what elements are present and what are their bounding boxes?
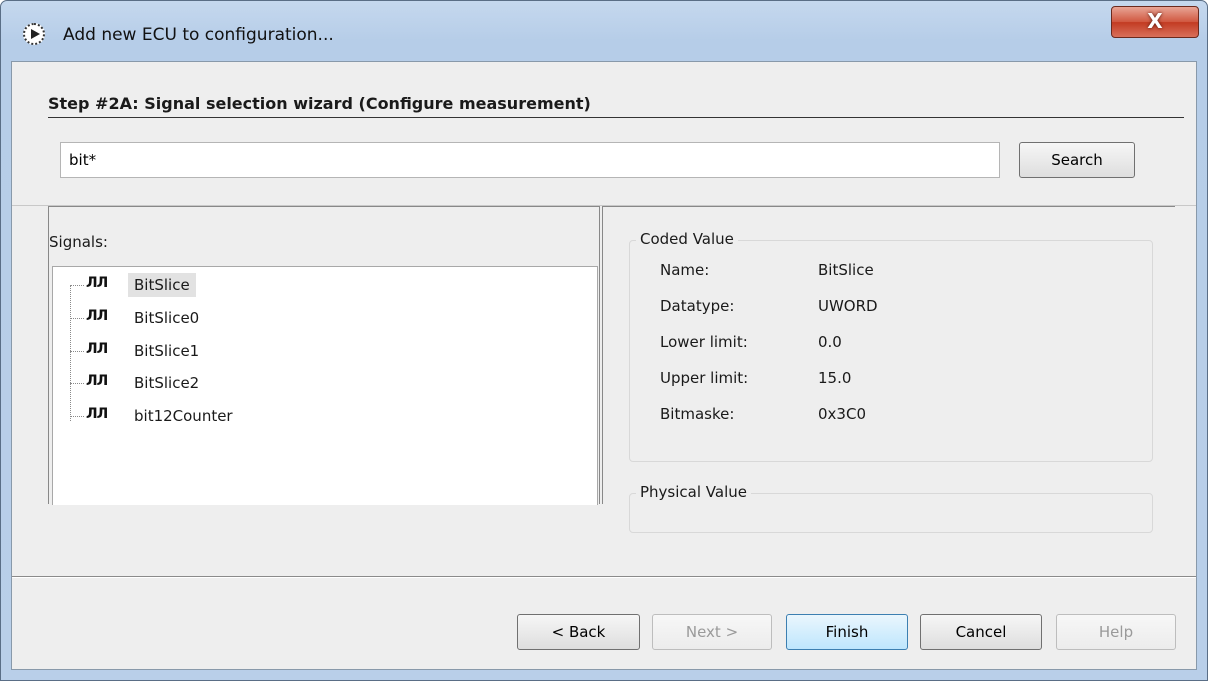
tree-item-label: BitSlice — [128, 273, 196, 297]
tree-item[interactable]: ЛЛ BitSlice — [70, 270, 470, 300]
cancel-button[interactable]: Cancel — [920, 614, 1042, 650]
signal-pulse-icon: ЛЛ — [86, 341, 108, 357]
detail-value: 0x3C0 — [818, 405, 866, 423]
app-icon — [23, 23, 45, 45]
tree-branch — [70, 351, 84, 352]
signal-pulse-icon: ЛЛ — [86, 373, 108, 389]
signal-pulse-icon: ЛЛ — [86, 406, 108, 422]
search-button[interactable]: Search — [1019, 142, 1135, 178]
tree-item[interactable]: ЛЛ BitSlice2 — [70, 368, 470, 398]
tree-item[interactable]: ЛЛ BitSlice1 — [70, 336, 470, 366]
step-title: Step #2A: Signal selection wizard (Confi… — [48, 94, 591, 113]
detail-value: UWORD — [818, 297, 878, 315]
step-divider — [48, 117, 1184, 118]
coded-value-group: Coded Value Name: BitSlice Datatype: UWO… — [629, 230, 1153, 462]
window-title: Add new ECU to configuration... — [63, 25, 334, 45]
tree-item[interactable]: ЛЛ BitSlice0 — [70, 303, 470, 333]
dialog-window: Add new ECU to configuration... X Step #… — [0, 0, 1208, 681]
finish-button[interactable]: Finish — [786, 614, 908, 650]
next-button[interactable]: Next > — [652, 614, 772, 650]
signals-label: Signals: — [49, 233, 108, 251]
signal-pulse-icon: ЛЛ — [86, 275, 108, 291]
detail-value: 15.0 — [818, 369, 852, 387]
signals-pane: Signals: ЛЛ BitSlice ЛЛ BitSlice0 ЛЛ Bit… — [48, 206, 600, 505]
signals-tree[interactable]: ЛЛ BitSlice ЛЛ BitSlice0 ЛЛ BitSlice1 ЛЛ… — [52, 266, 598, 505]
title-bar[interactable]: Add new ECU to configuration... X — [1, 1, 1207, 45]
help-button[interactable]: Help — [1056, 614, 1176, 650]
detail-key: Bitmaske: — [660, 405, 735, 423]
tree-branch — [70, 416, 84, 417]
tree-branch — [70, 318, 84, 319]
tree-branch — [70, 285, 84, 286]
search-input[interactable] — [60, 142, 1000, 178]
detail-key: Upper limit: — [660, 369, 749, 387]
physical-value-legend: Physical Value — [636, 483, 751, 501]
tree-item-label: bit12Counter — [134, 407, 233, 425]
detail-value: 0.0 — [818, 333, 842, 351]
close-button[interactable]: X — [1111, 6, 1199, 38]
back-button[interactable]: < Back — [517, 614, 640, 650]
signal-pulse-icon: ЛЛ — [86, 308, 108, 324]
details-pane: Coded Value Name: BitSlice Datatype: UWO… — [602, 206, 1175, 533]
detail-key: Datatype: — [660, 297, 735, 315]
tree-branch — [70, 383, 84, 384]
detail-value: BitSlice — [818, 261, 874, 279]
detail-key: Name: — [660, 261, 710, 279]
coded-value-legend: Coded Value — [636, 230, 738, 248]
close-icon: X — [1147, 9, 1163, 33]
tree-item-label: BitSlice0 — [134, 309, 200, 327]
detail-key: Lower limit: — [660, 333, 748, 351]
physical-value-group: Physical Value — [629, 483, 1153, 533]
tree-item-label: BitSlice2 — [134, 374, 200, 392]
dialog-content: Step #2A: Signal selection wizard (Confi… — [11, 61, 1197, 670]
tree-item-label: BitSlice1 — [134, 342, 200, 360]
button-bar-divider-highlight — [12, 577, 1196, 578]
tree-item[interactable]: ЛЛ bit12Counter — [70, 401, 470, 431]
